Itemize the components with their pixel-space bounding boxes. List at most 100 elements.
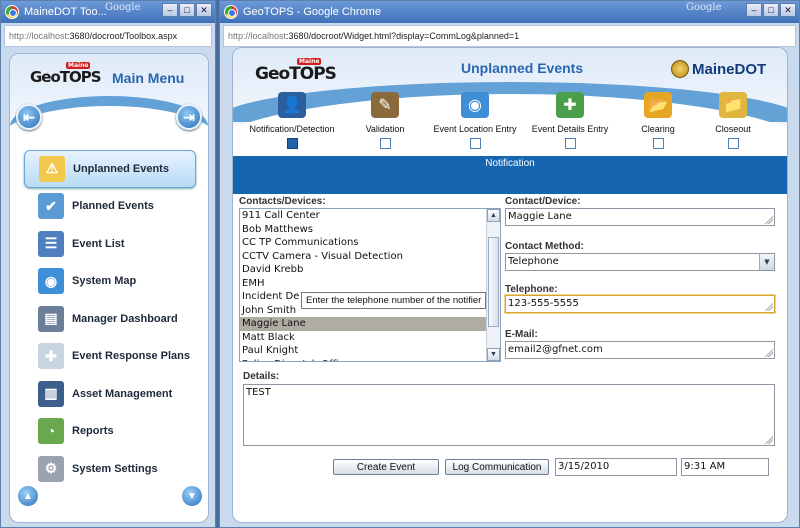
telephone-label: Telephone: — [505, 284, 558, 295]
maine-seal-icon — [671, 60, 689, 78]
menu-item-asset-management[interactable]: ▥ Asset Management — [24, 375, 196, 413]
dropdown-arrow-icon[interactable]: ▼ — [759, 254, 774, 270]
details-textarea[interactable]: TEST — [243, 384, 775, 446]
address-bar[interactable]: http://localhost:3680/docroot/Toolbox.as… — [4, 25, 212, 47]
contact-list-item[interactable]: Paul Knight — [240, 344, 500, 358]
email-field[interactable]: email2@gfnet.com — [505, 341, 775, 359]
date-field[interactable]: 3/15/2010 — [555, 458, 677, 476]
globe-icon: ◉ — [38, 268, 64, 295]
geotops-logo: GeoTOPS Maine — [255, 58, 337, 84]
contact-method-label: Contact Method: — [505, 241, 584, 252]
geotops-window: GeoTOPS - Google Chrome Google – □ ✕ htt… — [219, 0, 800, 528]
step-checkbox[interactable] — [727, 138, 739, 149]
menu-item-system-settings[interactable]: ⚙ System Settings — [24, 450, 196, 488]
geotops-titlebar[interactable]: GeoTOPS - Google Chrome Google – □ ✕ — [220, 1, 799, 23]
menu-item-label: System Settings — [72, 462, 158, 475]
folder-closed-icon: 📁 — [719, 92, 747, 118]
url-scheme-host: http://localhost — [9, 31, 68, 41]
globe-location-icon: ◉ — [461, 92, 489, 118]
document-add-icon: ✚ — [556, 92, 584, 118]
menu-item-manager-dashboard[interactable]: ▤ Manager Dashboard — [24, 300, 196, 338]
contact-list-item[interactable]: Police Dispatch Office — [240, 358, 500, 362]
unplanned-events-widget: GeoTOPS Maine Unplanned Events MaineDOT … — [232, 47, 788, 523]
contact-list-item[interactable]: CC TP Communications — [240, 236, 500, 250]
back-arrow-icon[interactable]: ⇤ — [16, 104, 42, 130]
dashboard-icon: ▤ — [38, 305, 64, 332]
close-button[interactable]: ✕ — [780, 3, 796, 17]
step-label: Event Location Entry — [433, 124, 517, 134]
contacts-scrollbar[interactable]: ▲ ▼ — [486, 209, 500, 361]
google-watermark: Google — [686, 2, 722, 13]
scroll-up-icon[interactable]: ▲ — [18, 486, 38, 506]
menu-item-unplanned-events[interactable]: ⚠ Unplanned Events — [24, 150, 196, 188]
toolbox-titlebar[interactable]: MaineDOT Too... Google – □ ✕ — [1, 1, 215, 23]
menu-item-reports[interactable]: ◔ Reports — [24, 413, 196, 451]
menu-item-event-list[interactable]: ☰ Event List — [24, 225, 196, 263]
validation-clipboard-icon: ✎ — [371, 92, 399, 118]
contact-list-item[interactable]: 911 Call Center — [240, 209, 500, 223]
google-watermark: Google — [105, 2, 141, 13]
toolbox-panel: GeoTOPS Maine Main Menu ⇤ ⇥ ⚠ Unplanned E… — [9, 53, 209, 523]
close-button[interactable]: ✕ — [196, 3, 212, 17]
menu-item-label: Unplanned Events — [73, 162, 169, 175]
telephone-field[interactable]: 123-555-5555 — [505, 295, 775, 313]
report-chart-icon: ◔ — [38, 418, 64, 445]
list-icon: ☰ — [38, 230, 64, 257]
details-label: Details: — [243, 371, 280, 382]
telephone-tooltip: Enter the telephone number of the notifi… — [301, 292, 487, 309]
contact-device-label: Contact/Device: — [505, 196, 581, 207]
contact-list-item[interactable]: David Krebb — [240, 263, 500, 277]
step-checkbox[interactable] — [286, 138, 298, 149]
contact-device-field[interactable]: Maggie Lane — [505, 208, 775, 226]
menu-item-label: Manager Dashboard — [72, 312, 178, 325]
create-event-button[interactable]: Create Event — [333, 459, 439, 475]
scroll-down-arrow-icon[interactable]: ▼ — [487, 348, 500, 361]
contacts-label: Contacts/Devices: — [239, 196, 326, 207]
chrome-logo-icon — [5, 5, 19, 19]
menu-item-label: Event Response Plans — [72, 350, 190, 363]
menu-item-label: Planned Events — [72, 200, 154, 213]
log-communication-button[interactable]: Log Communication — [445, 459, 549, 475]
menu-item-event-response-plans[interactable]: ✚ Event Response Plans — [24, 338, 196, 376]
scroll-up-arrow-icon[interactable]: ▲ — [487, 209, 500, 222]
contact-list-item[interactable]: Bob Matthews — [240, 223, 500, 237]
contact-method-select[interactable]: Telephone ▼ — [505, 253, 775, 271]
address-bar[interactable]: http://localhost:3680/docroot/Widget.htm… — [223, 25, 796, 47]
contact-list-item[interactable]: CCTV Camera - Visual Detection — [240, 250, 500, 264]
chrome-logo-icon — [224, 5, 238, 19]
mainedot-brand: MaineDOT — [692, 60, 767, 78]
mainedot-logo: MaineDOT — [671, 60, 766, 78]
email-label: E-Mail: — [505, 329, 538, 340]
step-checkbox[interactable] — [564, 138, 576, 149]
menu-item-label: Reports — [72, 425, 114, 438]
step-event-location-entry[interactable]: ◉ Event Location Entry — [420, 92, 530, 149]
menu-item-system-map[interactable]: ◉ System Map — [24, 263, 196, 301]
widget-title: Unplanned Events — [461, 60, 584, 76]
user-info-icon: 👤 — [278, 92, 306, 118]
minimize-button[interactable]: – — [746, 3, 762, 17]
menu-item-planned-events[interactable]: ✔ Planned Events — [24, 188, 196, 226]
step-checkbox[interactable] — [379, 138, 391, 149]
toolbox-header: GeoTOPS Maine Main Menu ⇤ ⇥ — [10, 54, 208, 140]
step-checkbox[interactable] — [652, 138, 664, 149]
ambulance-icon: ✚ — [38, 343, 64, 370]
step-closeout[interactable]: 📁 Closeout — [678, 92, 787, 149]
contact-list-item[interactable]: Matt Black — [240, 331, 500, 345]
folder-open-icon: 📂 — [644, 92, 672, 118]
geotops-logo: GeoTOPS Maine — [30, 62, 102, 86]
maximize-button[interactable]: □ — [179, 3, 195, 17]
contact-list-item[interactable]: Maggie Lane — [240, 317, 500, 331]
maximize-button[interactable]: □ — [763, 3, 779, 17]
forward-arrow-icon[interactable]: ⇥ — [176, 104, 202, 130]
scroll-down-icon[interactable]: ▼ — [182, 486, 202, 506]
step-checkbox[interactable] — [469, 138, 481, 149]
contacts-listbox[interactable]: 911 Call Center Bob Matthews CC TP Communi… — [239, 208, 501, 362]
time-field[interactable]: 9:31 AM — [681, 458, 769, 476]
contact-list-item[interactable]: EMH — [240, 277, 500, 291]
minimize-button[interactable]: – — [162, 3, 178, 17]
warning-icon: ⚠ — [39, 155, 65, 182]
url-path: :3680/docroot/Toolbox.aspx — [67, 31, 178, 41]
scrollbar-thumb[interactable] — [488, 237, 499, 327]
workflow-steps: 👤 Notification/Detection ✎ Validation ◉ Event… — [233, 92, 787, 156]
menu-item-label: Event List — [72, 237, 125, 250]
